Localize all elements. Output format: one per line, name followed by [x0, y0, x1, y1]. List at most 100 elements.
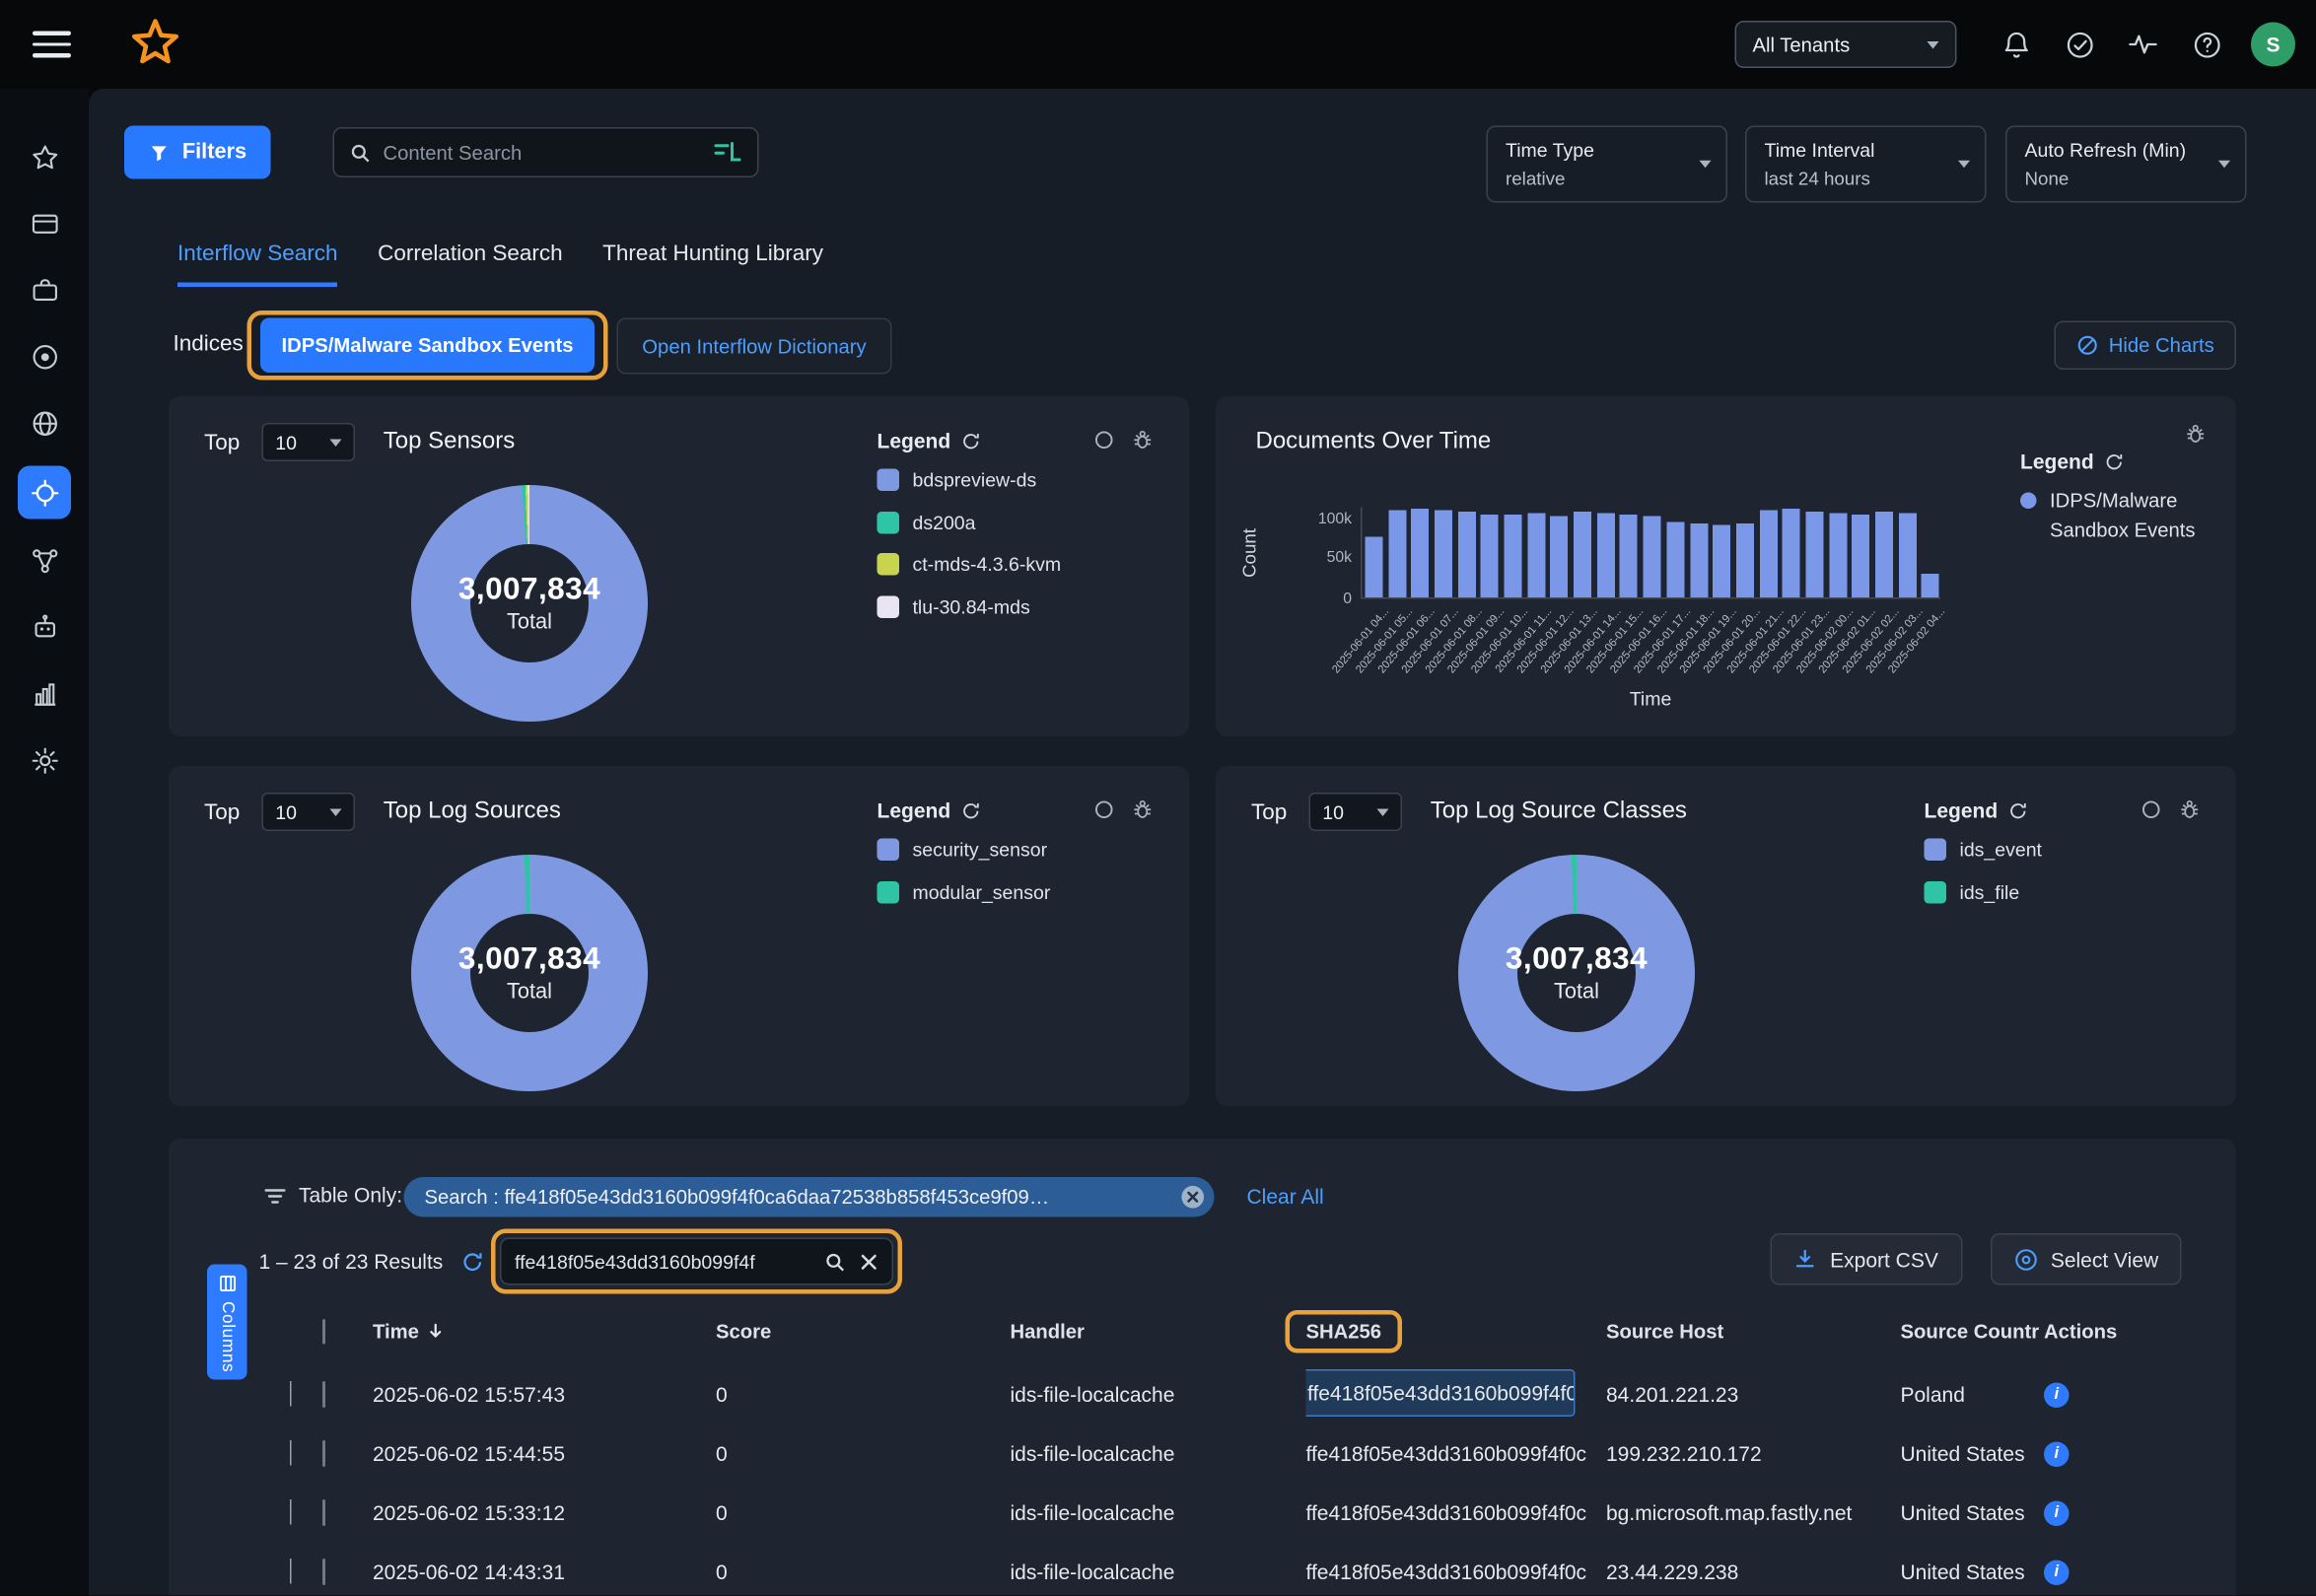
- auto-refresh-select[interactable]: Auto Refresh (Min) None: [2005, 126, 2247, 203]
- refresh-icon[interactable]: [461, 1251, 484, 1274]
- table-row[interactable]: 2025-06-02 14:43:31 0 ids-file-localcach…: [169, 1543, 2150, 1596]
- legend-item[interactable]: ids_event: [1925, 836, 2042, 865]
- bar[interactable]: [1713, 524, 1730, 597]
- column-header-source-country[interactable]: Source Countr: [1901, 1320, 2045, 1343]
- debug-bug-icon[interactable]: [1132, 429, 1155, 451]
- select-view-button[interactable]: Select View: [1991, 1233, 2182, 1285]
- query-language-icon[interactable]: [713, 141, 742, 165]
- chip-close-icon[interactable]: [1180, 1185, 1206, 1211]
- content-search-input[interactable]: [384, 141, 702, 164]
- bar[interactable]: [1666, 522, 1684, 597]
- disc-icon[interactable]: [17, 333, 73, 382]
- bar[interactable]: [1620, 515, 1638, 597]
- bar[interactable]: [1527, 513, 1545, 597]
- export-csv-button[interactable]: Export CSV: [1771, 1233, 1963, 1285]
- debug-bug-icon[interactable]: [1132, 798, 1155, 821]
- legend-item[interactable]: IDPS/Malware Sandbox Events: [2020, 487, 2204, 547]
- clear-search-icon[interactable]: [860, 1252, 879, 1272]
- legend-sync-icon[interactable]: [2104, 451, 2124, 471]
- top-n-select[interactable]: 10: [262, 423, 356, 461]
- bar[interactable]: [1922, 574, 1939, 597]
- top-n-select[interactable]: 10: [262, 793, 356, 831]
- sandbox-bot-icon[interactable]: [17, 603, 73, 653]
- bar[interactable]: [1829, 514, 1847, 597]
- globe-icon[interactable]: [17, 399, 73, 449]
- graph-icon[interactable]: [17, 537, 73, 587]
- bar[interactable]: [1644, 517, 1661, 597]
- table-row[interactable]: 2025-06-02 15:33:12 0 ids-file-localcach…: [169, 1484, 2150, 1543]
- bar[interactable]: [1435, 511, 1452, 597]
- expand-row-icon[interactable]: [290, 1440, 292, 1466]
- legend-item[interactable]: ct-mds-4.3.6-kvm: [877, 550, 1062, 579]
- row-checkbox[interactable]: [322, 1559, 325, 1585]
- column-header-time[interactable]: Time: [373, 1320, 716, 1343]
- clear-all-link[interactable]: Clear All: [1247, 1185, 1324, 1209]
- settings-gear-icon[interactable]: [17, 736, 73, 786]
- legend-item[interactable]: tlu-30.84-mds: [877, 592, 1062, 621]
- tenant-select[interactable]: All Tenants: [1735, 21, 1957, 68]
- wallet-icon[interactable]: [17, 200, 73, 249]
- row-info-icon[interactable]: i: [2044, 1560, 2070, 1585]
- cell-sha256-highlighted[interactable]: ffe418f05e43dd3160b099f4f0c: [1306, 1368, 1576, 1416]
- legend-item[interactable]: modular_sensor: [877, 877, 1051, 906]
- tab-threat-hunting-library[interactable]: Threat Hunting Library: [602, 242, 823, 288]
- legend-item[interactable]: ds200a: [877, 508, 1062, 536]
- legend-item[interactable]: security_sensor: [877, 836, 1051, 865]
- star-icon[interactable]: [17, 133, 73, 182]
- donut-chart[interactable]: 3,007,834 Total: [411, 855, 648, 1091]
- legend-sync-icon[interactable]: [2008, 800, 2028, 820]
- column-header-score[interactable]: Score: [716, 1320, 1011, 1343]
- bar[interactable]: [1875, 512, 1893, 597]
- logo-icon[interactable]: [127, 17, 183, 73]
- expand-row-icon[interactable]: [290, 1559, 292, 1584]
- row-info-icon[interactable]: i: [2044, 1382, 2070, 1408]
- column-header-handler[interactable]: Handler: [1011, 1320, 1306, 1343]
- bar[interactable]: [1852, 514, 1869, 597]
- debug-bug-icon[interactable]: [2179, 798, 2202, 821]
- tab-correlation-search[interactable]: Correlation Search: [378, 242, 563, 288]
- row-checkbox[interactable]: [322, 1499, 325, 1526]
- bar[interactable]: [1783, 509, 1800, 597]
- filters-button[interactable]: Filters: [124, 126, 271, 179]
- select-all-checkbox[interactable]: [322, 1318, 325, 1344]
- time-type-select[interactable]: Time Type relative: [1487, 126, 1728, 203]
- legend-item[interactable]: bdspreview-ds: [877, 466, 1062, 495]
- table-row[interactable]: 2025-06-02 15:57:43 0 ids-file-localcach…: [169, 1365, 2150, 1424]
- time-interval-select[interactable]: Time Interval last 24 hours: [1745, 126, 1987, 203]
- briefcase-icon[interactable]: [17, 266, 73, 315]
- bar[interactable]: [1597, 514, 1615, 597]
- bar[interactable]: [1736, 523, 1754, 597]
- search-icon[interactable]: [824, 1250, 847, 1273]
- reports-chart-icon[interactable]: [17, 670, 73, 720]
- bar[interactable]: [1898, 513, 1916, 597]
- circle-toggle-icon[interactable]: [1094, 431, 1114, 451]
- expand-row-icon[interactable]: [290, 1499, 292, 1525]
- tab-interflow-search[interactable]: Interflow Search: [177, 242, 338, 288]
- column-header-actions[interactable]: Actions: [2044, 1320, 2133, 1343]
- bar[interactable]: [1805, 512, 1823, 597]
- donut-chart[interactable]: 3,007,834 Total: [411, 485, 648, 722]
- search-filter-chip[interactable]: Search : ffe418f05e43dd3160b099f4f0ca6da…: [404, 1177, 1215, 1217]
- circle-toggle-icon[interactable]: [2141, 800, 2161, 820]
- menu-icon[interactable]: [33, 32, 71, 57]
- bar[interactable]: [1690, 524, 1708, 597]
- tasks-check-icon[interactable]: [2061, 26, 2099, 64]
- legend-sync-icon[interactable]: [961, 431, 981, 451]
- column-header-source-host[interactable]: Source Host: [1606, 1320, 1901, 1343]
- top-n-select[interactable]: 10: [1309, 793, 1403, 831]
- bar[interactable]: [1505, 515, 1522, 597]
- table-row[interactable]: 2025-06-02 15:44:55 0 ids-file-localcach…: [169, 1424, 2150, 1484]
- legend-sync-icon[interactable]: [961, 800, 981, 820]
- bar[interactable]: [1574, 512, 1591, 597]
- bar[interactable]: [1388, 511, 1406, 597]
- donut-chart[interactable]: 3,007,834 Total: [1458, 855, 1695, 1091]
- row-checkbox[interactable]: [322, 1440, 325, 1467]
- row-info-icon[interactable]: i: [2044, 1500, 2070, 1526]
- notifications-bell-icon[interactable]: [1997, 26, 2035, 64]
- bar[interactable]: [1458, 512, 1476, 597]
- expand-row-icon[interactable]: [290, 1381, 292, 1407]
- avatar[interactable]: S: [2251, 23, 2295, 67]
- table-search-input[interactable]: [515, 1250, 810, 1273]
- hide-charts-button[interactable]: Hide Charts: [2055, 321, 2237, 371]
- system-health-pulse-icon[interactable]: [2124, 26, 2162, 64]
